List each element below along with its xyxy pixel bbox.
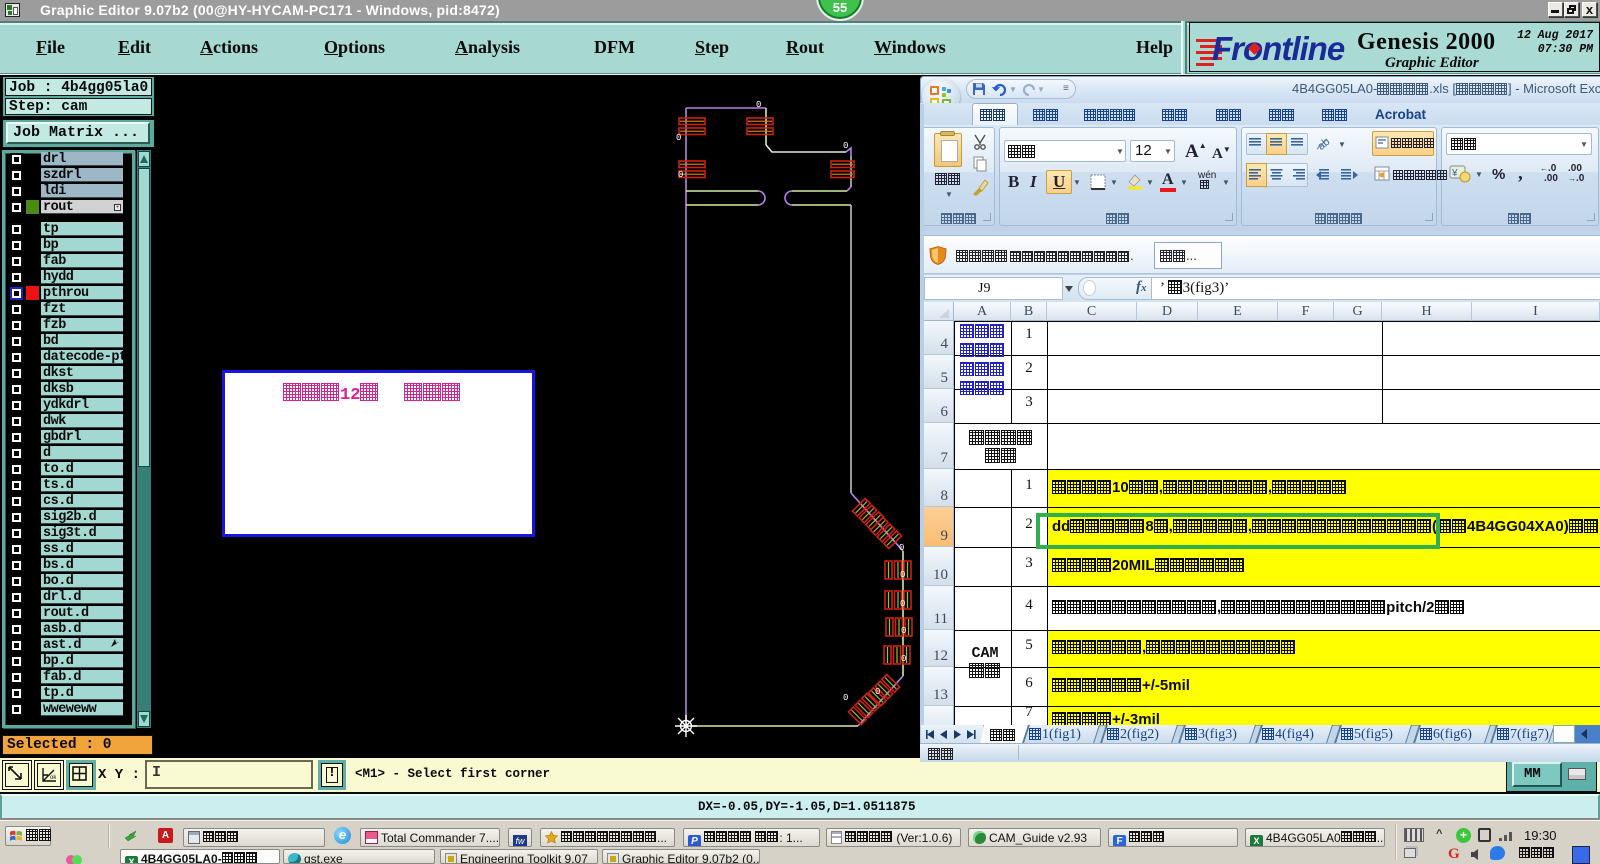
svg-text:0: 0 <box>843 693 848 703</box>
svg-text:0: 0 <box>678 170 683 180</box>
svg-text:0: 0 <box>900 570 905 580</box>
svg-text:0: 0 <box>875 687 880 697</box>
svg-text:¥: ¥ <box>1451 168 1458 179</box>
svg-text:0: 0 <box>676 133 681 143</box>
svg-text:0: 0 <box>899 543 904 553</box>
svg-text:0: 0 <box>900 599 905 609</box>
svg-text:0: 0 <box>901 626 906 636</box>
svg-text:ab: ab <box>1315 136 1332 153</box>
svg-text:ok: ok <box>50 775 57 781</box>
svg-text:0: 0 <box>756 100 761 110</box>
svg-text:0: 0 <box>901 654 906 664</box>
svg-text:0: 0 <box>843 141 848 151</box>
